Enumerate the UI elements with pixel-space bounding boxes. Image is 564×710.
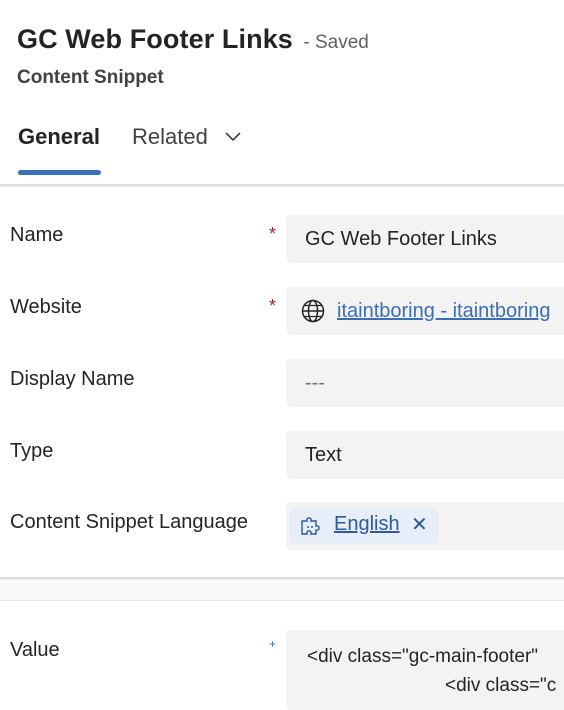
- website-link[interactable]: itaintboring - itaintboring: [337, 300, 550, 323]
- language-chip[interactable]: English ✕: [290, 508, 438, 544]
- language-field[interactable]: English ✕: [286, 502, 564, 550]
- puzzle-icon: [301, 517, 320, 535]
- recommended-indicator: +: [269, 637, 277, 651]
- tab-related-label: Related: [132, 124, 208, 149]
- value-line-2: <div class="c: [445, 675, 557, 696]
- website-field[interactable]: itaintboring - itaintboring: [286, 287, 564, 335]
- value-label: Value: [10, 639, 60, 661]
- form-header: GC Web Footer Links - Saved Content Snip…: [0, 0, 564, 186]
- general-section: Name * GC Web Footer Links Website * ita…: [0, 187, 564, 577]
- page-title: GC Web Footer Links: [17, 24, 293, 54]
- language-label: Content Snippet Language: [10, 511, 248, 533]
- display-name-label: Display Name: [10, 368, 135, 390]
- type-field[interactable]: Text: [286, 431, 564, 479]
- entity-type-label: Content Snippet: [17, 67, 164, 88]
- globe-icon: [301, 299, 325, 323]
- close-icon[interactable]: ✕: [411, 512, 428, 537]
- tab-related[interactable]: Related: [132, 124, 242, 150]
- type-value: Text: [305, 444, 342, 466]
- name-label: Name: [10, 224, 64, 246]
- required-indicator: *: [269, 296, 277, 316]
- chevron-down-icon: [225, 132, 241, 142]
- display-name-value: ---: [305, 372, 325, 394]
- language-link[interactable]: English: [334, 513, 400, 536]
- value-field[interactable]: <div class="gc-main-footer" <div class="…: [286, 630, 564, 710]
- website-label: Website: [10, 296, 82, 318]
- type-label: Type: [10, 440, 54, 462]
- name-value: GC Web Footer Links: [305, 228, 497, 250]
- name-field[interactable]: GC Web Footer Links: [286, 215, 564, 263]
- active-tab-indicator: [18, 170, 101, 175]
- title-row: GC Web Footer Links - Saved: [17, 24, 369, 55]
- section-gap: [0, 580, 564, 600]
- save-status: - Saved: [303, 32, 369, 53]
- value-line-1: <div class="gc-main-footer": [307, 646, 539, 667]
- required-indicator: *: [269, 224, 277, 244]
- tab-general[interactable]: General: [18, 124, 100, 150]
- display-name-field[interactable]: ---: [286, 359, 564, 407]
